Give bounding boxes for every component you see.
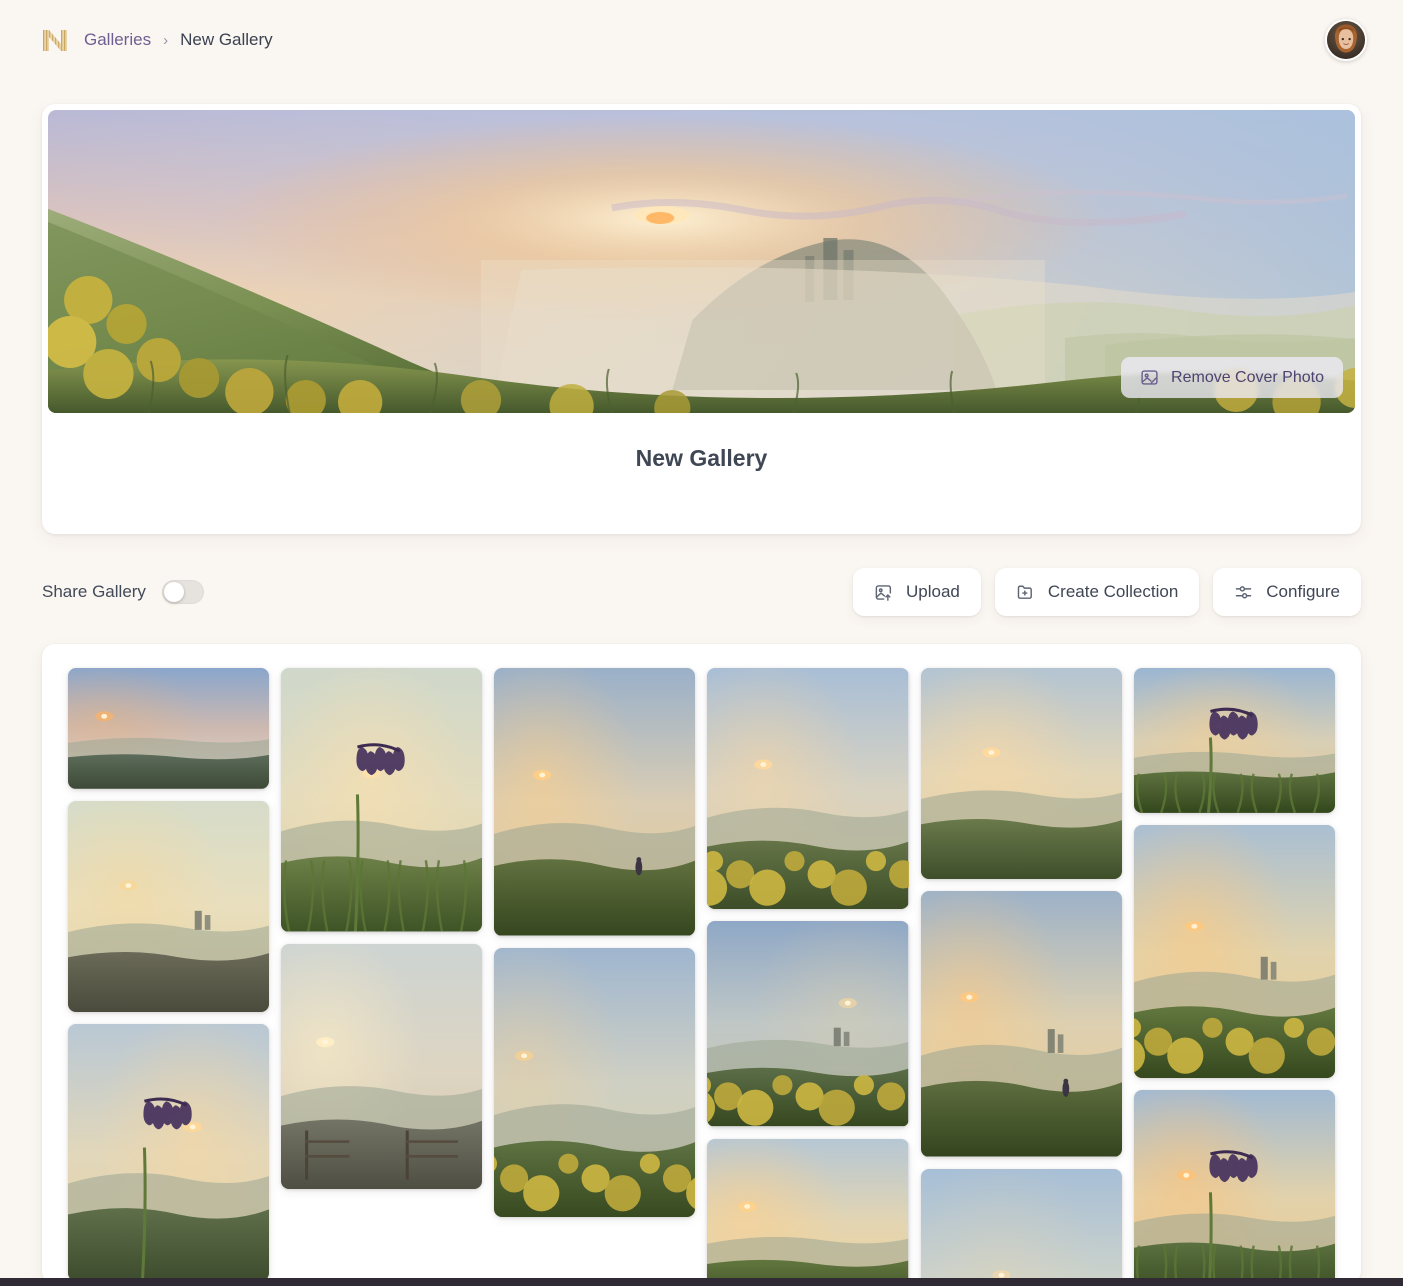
photo-tile[interactable] <box>707 1138 909 1284</box>
share-gallery-toggle[interactable] <box>161 580 204 604</box>
gallery-hero-card: Remove Cover Photo New Gallery <box>42 104 1361 534</box>
photo-tile[interactable] <box>68 1023 270 1282</box>
image-remove-icon <box>1140 368 1159 387</box>
configure-button-label: Configure <box>1266 582 1340 601</box>
breadcrumb: Galleries › New Gallery <box>84 30 273 50</box>
avatar[interactable] <box>1325 19 1367 61</box>
share-gallery-label: Share Gallery <box>42 582 146 601</box>
photo-tile[interactable] <box>920 1168 1122 1284</box>
photo-tile[interactable] <box>494 947 696 1218</box>
photo-tile[interactable] <box>707 921 909 1127</box>
remove-cover-photo-button[interactable]: Remove Cover Photo <box>1121 357 1343 398</box>
top-bar: Galleries › New Gallery <box>0 0 1403 80</box>
gallery-title: New Gallery <box>635 445 768 471</box>
photo-tile[interactable] <box>68 800 270 1012</box>
breadcrumb-item-galleries[interactable]: Galleries <box>84 30 151 50</box>
photo-tile[interactable] <box>494 668 696 936</box>
breadcrumb-item-new-gallery: New Gallery <box>180 30 273 49</box>
photo-tile[interactable] <box>1133 824 1335 1079</box>
configure-button[interactable]: Configure <box>1213 568 1361 616</box>
create-collection-button-label: Create Collection <box>1047 582 1179 601</box>
photo-tile[interactable] <box>920 891 1122 1157</box>
photo-tile[interactable] <box>707 668 909 910</box>
gallery-photo-grid-card <box>42 644 1361 1284</box>
gallery-action-row: Share Gallery Upload Create Collection C… <box>42 568 1361 616</box>
folder-plus-icon <box>1016 583 1035 602</box>
photo-masonry <box>68 668 1335 1284</box>
upload-button-label: Upload <box>906 582 960 601</box>
create-collection-button[interactable]: Create Collection <box>994 568 1200 616</box>
photo-tile[interactable] <box>1133 668 1335 813</box>
photo-tile[interactable] <box>920 668 1122 880</box>
image-upload-icon <box>874 583 893 602</box>
hero-bottom-padding <box>48 472 1355 534</box>
toggle-knob <box>163 582 184 602</box>
photo-tile[interactable] <box>1133 1090 1335 1284</box>
upload-button[interactable]: Upload <box>853 568 981 616</box>
gallery-action-buttons: Upload Create Collection Configure <box>853 568 1361 616</box>
remove-cover-photo-label: Remove Cover Photo <box>1171 368 1324 386</box>
chevron-right-icon: › <box>163 31 169 49</box>
nika-n-logo-icon[interactable] <box>40 25 70 55</box>
photo-tile[interactable] <box>281 943 483 1189</box>
bottom-strip <box>0 1278 1403 1286</box>
cover-photo[interactable]: Remove Cover Photo <box>48 110 1355 413</box>
photo-tile[interactable] <box>281 668 483 932</box>
photo-tile[interactable] <box>68 668 270 789</box>
sliders-icon <box>1234 583 1253 602</box>
